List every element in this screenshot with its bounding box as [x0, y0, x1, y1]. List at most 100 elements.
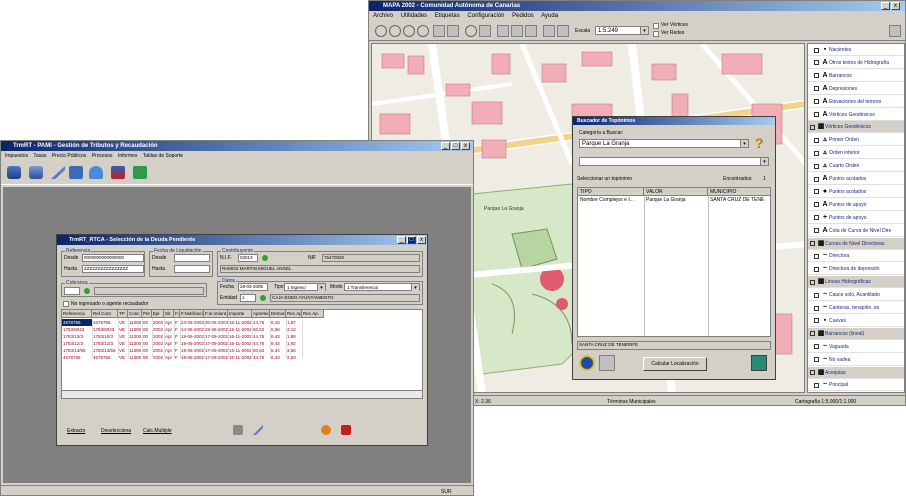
column-header[interactable]: Importe	[228, 310, 252, 318]
debt-cell[interactable]: 8,43	[270, 354, 286, 361]
print-icon[interactable]	[511, 25, 523, 37]
debt-cell[interactable]: 1783/12/3	[62, 340, 92, 347]
column-header[interactable]: Referencia	[62, 310, 92, 318]
column-header[interactable]: F.Notificación	[180, 310, 204, 318]
debt-cell[interactable]: 00	[142, 333, 152, 340]
debt-cell[interactable]: 17-09-2002	[204, 347, 228, 354]
debt-cell[interactable]: 11300	[128, 319, 142, 326]
debt-cell[interactable]: VE	[118, 319, 128, 326]
layer-checkbox[interactable]	[814, 202, 819, 208]
column-header[interactable]: Rec.Apremio	[286, 310, 302, 318]
layer-row[interactable]: ~ Canteras, tenaplén, es	[808, 302, 904, 314]
debt-cell[interactable]: 11300	[128, 326, 142, 333]
debt-cell[interactable]: 2002	[152, 347, 164, 354]
zoom-out-icon[interactable]	[403, 25, 415, 37]
debt-cell[interactable]: 19-06-2002	[180, 347, 204, 354]
layer-checkbox[interactable]	[814, 253, 819, 259]
vertices-checkbox[interactable]	[653, 23, 659, 29]
layer-row[interactable]: + Puntos de apoyo	[808, 212, 904, 224]
layer-row[interactable]: ~ Cauce solo, Acantilado	[808, 289, 904, 302]
column-header[interactable]: Apremio	[252, 310, 270, 318]
car-icon[interactable]	[7, 166, 21, 179]
layer-row[interactable]: ▪ Nacientes	[808, 44, 904, 56]
modo-select[interactable]: 1 Transferencia ▾	[344, 283, 420, 291]
layer-checkbox[interactable]	[814, 344, 819, 350]
layer-checkbox[interactable]	[814, 137, 819, 143]
zoom-area-icon[interactable]	[417, 25, 429, 37]
result-tipo[interactable]: Nombre Complejos e I...	[578, 196, 644, 204]
no-ingresado-checkbox[interactable]	[63, 301, 69, 307]
debt-cell[interactable]: 17-09-2002	[204, 340, 228, 347]
debt-cell[interactable]: 1783/13/65	[62, 347, 92, 354]
column-header[interactable]: Demora	[270, 310, 286, 318]
layer-row[interactable]: ▦Acequias	[808, 366, 904, 379]
column-header-tipo[interactable]: TIPO	[578, 188, 644, 196]
layer-row[interactable]: ▦Curvas de Nivel Directoras	[808, 237, 904, 250]
layer-row[interactable]: ▵ Cuarto Orden	[808, 160, 904, 173]
result-valor[interactable]: Parque La Granja	[644, 196, 708, 204]
layer-checkbox[interactable]	[814, 47, 819, 53]
debt-cell[interactable]: 4678765	[92, 354, 118, 361]
horizontal-scrollbar[interactable]	[62, 390, 422, 398]
debt-cell[interactable]: 17-09-2002	[204, 333, 228, 340]
debt-cell[interactable]: 44,75	[252, 354, 270, 361]
debt-cell[interactable]: 44,75	[252, 340, 270, 347]
layer-checkbox[interactable]	[814, 163, 819, 169]
layer-row[interactable]: APuntos de apoyo	[808, 199, 904, 211]
debt-cell[interactable]: 3,56	[286, 347, 302, 354]
layer-row[interactable]: ▦Vértices Geodésicos	[808, 121, 904, 134]
debt-cell[interactable]: 3,12	[286, 326, 302, 333]
print-icon[interactable]	[233, 425, 243, 435]
copy-icon[interactable]	[543, 25, 555, 37]
menu-tasas[interactable]: Tasas	[33, 153, 46, 159]
layer-row[interactable]: ▦Líneas Hidrográficas	[808, 276, 904, 289]
layer-row[interactable]: ABarrancos	[808, 70, 904, 82]
debt-cell[interactable]: VE	[118, 326, 128, 333]
debt-cell[interactable]: 2002	[152, 340, 164, 347]
debt-cell[interactable]: 23-06-2003	[180, 319, 204, 326]
debt-cell[interactable]: 44,75	[252, 319, 270, 326]
debt-cell[interactable]: 11300	[128, 333, 142, 340]
measure-icon[interactable]	[525, 25, 537, 37]
column-header[interactable]: Ref.Cont	[92, 310, 118, 318]
layer-row[interactable]: ~ Directora	[808, 250, 904, 263]
calculate-location-button[interactable]: Calcular Localización	[643, 357, 707, 371]
debt-cell[interactable]: 1,88	[286, 333, 302, 340]
fecha-desde-input[interactable]	[174, 254, 210, 262]
layer-checkbox[interactable]	[814, 86, 819, 92]
tipo-select[interactable]: 1 Ingreso ▾	[284, 283, 326, 291]
menu-utilidades[interactable]: Utilidades	[401, 13, 427, 19]
globe-icon[interactable]	[579, 355, 595, 371]
debt-cell[interactable]: VE	[118, 340, 128, 347]
debt-cell[interactable]: 5,34	[270, 347, 286, 354]
redes-checkbox[interactable]	[653, 31, 659, 37]
column-header[interactable]: TP	[118, 310, 128, 318]
debt-cell[interactable]: 8,43	[270, 340, 286, 347]
layer-checkbox[interactable]	[814, 150, 819, 156]
debt-cell[interactable]: VE	[118, 333, 128, 340]
report-icon[interactable]	[111, 166, 125, 179]
column-header-valor[interactable]: VALOR	[644, 188, 708, 196]
debt-cell[interactable]: 1783/8043	[92, 326, 118, 333]
debt-cell[interactable]: 4678765	[62, 354, 92, 361]
debt-cell[interactable]: 30-06-2003	[204, 319, 228, 326]
layer-checkbox[interactable]	[814, 266, 819, 272]
debt-cell[interactable]: 19-06-2002	[180, 354, 204, 361]
vehicle-icon[interactable]	[29, 166, 43, 179]
fecha-input[interactable]: 28-03-2005	[238, 283, 268, 291]
zoom-icon[interactable]	[375, 25, 387, 37]
debt-cell[interactable]: 19-06-2002	[180, 333, 204, 340]
cancel-icon[interactable]	[341, 425, 351, 435]
contrib-code-input[interactable]: 02013	[238, 254, 258, 262]
layer-row[interactable]: ~ No vadea	[808, 354, 904, 366]
debt-cell[interactable]: Apr	[164, 340, 174, 347]
debt-cell[interactable]: 2002	[152, 326, 164, 333]
debt-cell[interactable]: 11300	[128, 347, 142, 354]
lookup-icon[interactable]	[262, 255, 268, 261]
debt-cell[interactable]: 1783/8043	[62, 326, 92, 333]
layer-row[interactable]: AElevaciones del terreno	[808, 96, 904, 108]
pan-icon[interactable]	[433, 25, 445, 37]
scale-select[interactable]: 1:5.249 ▾	[595, 26, 649, 35]
layer-checkbox[interactable]	[814, 305, 819, 311]
debt-cell[interactable]: 17-09-2002	[204, 354, 228, 361]
